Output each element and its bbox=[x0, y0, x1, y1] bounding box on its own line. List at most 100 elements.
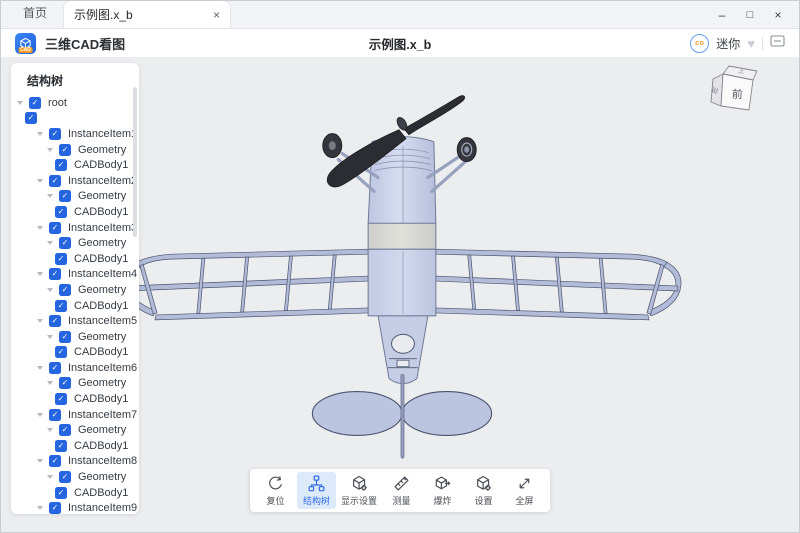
checkbox[interactable]: ✓ bbox=[55, 253, 67, 265]
tree-node-label: CADBody1 bbox=[74, 159, 128, 171]
toolbar-item-display-settings[interactable]: 显示设置 bbox=[338, 472, 380, 509]
tree-row[interactable]: ✓ Geometry bbox=[11, 235, 139, 251]
tree-row[interactable]: ✓CADBody1 bbox=[11, 298, 139, 314]
expander-icon[interactable] bbox=[37, 179, 43, 183]
viewport-3d[interactable]: 结构树 ✓root✓✓InstanceItem1✓Geometry✓CADBod… bbox=[1, 58, 799, 532]
tree-row[interactable]: ✓InstanceItem2 bbox=[11, 173, 139, 189]
expander-icon[interactable] bbox=[37, 319, 43, 323]
checkbox[interactable]: ✓ bbox=[59, 471, 71, 483]
checkbox[interactable]: ✓ bbox=[59, 331, 71, 343]
checkbox[interactable]: ✓ bbox=[55, 393, 67, 405]
view-cube[interactable]: 前 左 上 bbox=[701, 60, 767, 118]
checkbox[interactable]: ✓ bbox=[55, 206, 67, 218]
expander-icon[interactable] bbox=[47, 475, 53, 479]
tab-document[interactable]: 示例图.x_b × bbox=[63, 0, 231, 28]
expander-icon[interactable] bbox=[37, 132, 43, 136]
settings-icon bbox=[475, 475, 492, 492]
checkbox[interactable]: ✓ bbox=[49, 315, 61, 327]
tree-row[interactable]: ✓root bbox=[11, 95, 139, 111]
favorite-heart-icon[interactable]: ♥ bbox=[747, 37, 755, 50]
mini-label[interactable]: 迷你 bbox=[716, 35, 740, 52]
checkbox[interactable]: ✓ bbox=[49, 128, 61, 140]
tree-row[interactable]: ✓Geometry bbox=[11, 282, 139, 298]
maximize-button[interactable]: □ bbox=[739, 8, 761, 22]
toolbar-item-structure-tree[interactable]: 结构树 bbox=[297, 472, 336, 509]
checkbox[interactable]: ✓ bbox=[59, 237, 71, 249]
checkbox[interactable]: ✓ bbox=[49, 175, 61, 187]
checkbox[interactable]: ✓ bbox=[59, 377, 71, 389]
checkbox[interactable]: ✓ bbox=[59, 144, 71, 156]
expander-icon[interactable] bbox=[47, 148, 53, 152]
expander-icon[interactable] bbox=[47, 194, 53, 198]
panel-window-icon[interactable] bbox=[770, 34, 785, 52]
tree-row[interactable]: ✓Geometry bbox=[11, 376, 139, 392]
tree-row[interactable]: ✓Geometry bbox=[11, 142, 139, 158]
checkbox[interactable]: ✓ bbox=[59, 284, 71, 296]
checkbox[interactable]: ✓ bbox=[49, 502, 61, 514]
tree-row[interactable]: ✓InstanceItem8 bbox=[11, 454, 139, 470]
expander-icon[interactable] bbox=[47, 335, 53, 339]
tree-row[interactable]: ✓InstanceItem9 bbox=[11, 500, 139, 514]
tree-row[interactable]: ✓InstanceItem6 bbox=[11, 360, 139, 376]
minimize-button[interactable]: – bbox=[711, 8, 733, 22]
tree-row[interactable]: ✓Geometry bbox=[11, 329, 139, 345]
tree-scrollbar-thumb[interactable] bbox=[133, 87, 137, 237]
expander-icon[interactable] bbox=[47, 288, 53, 292]
tree-row[interactable]: ✓InstanceItem1 bbox=[11, 126, 139, 142]
tree-row[interactable]: ✓ Geometry bbox=[11, 189, 139, 205]
structure-tree-panel: 结构树 ✓root✓✓InstanceItem1✓Geometry✓CADBod… bbox=[11, 63, 139, 514]
toolbar-item-explode[interactable]: 爆炸 bbox=[423, 472, 462, 509]
checkbox[interactable]: ✓ bbox=[49, 409, 61, 421]
checkbox[interactable]: ✓ bbox=[25, 112, 37, 124]
checkbox[interactable]: ✓ bbox=[49, 455, 61, 467]
tree-node-label: Geometry bbox=[78, 237, 126, 249]
expander-icon[interactable] bbox=[17, 101, 23, 105]
checkbox[interactable]: ✓ bbox=[49, 268, 61, 280]
expander-icon[interactable] bbox=[37, 272, 43, 276]
checkbox[interactable]: ✓ bbox=[29, 97, 41, 109]
expander-icon[interactable] bbox=[37, 413, 43, 417]
checkbox[interactable]: ✓ bbox=[59, 424, 71, 436]
tree-row[interactable]: ✓ CADBody1 bbox=[11, 438, 139, 454]
tree-row[interactable]: ✓InstanceItem5 bbox=[11, 313, 139, 329]
tree-node-label: Geometry bbox=[78, 190, 126, 202]
expander-icon[interactable] bbox=[47, 381, 53, 385]
tab-close-icon[interactable]: × bbox=[213, 9, 220, 21]
tree-row[interactable]: ✓CADBody1 bbox=[11, 485, 139, 501]
expander-icon[interactable] bbox=[37, 506, 43, 510]
tree-row[interactable]: ✓InstanceItem7 bbox=[11, 407, 139, 423]
toolbar-item-settings[interactable]: 设置 bbox=[464, 472, 503, 509]
tree-row[interactable]: ✓ bbox=[11, 111, 139, 127]
expander-icon[interactable] bbox=[47, 241, 53, 245]
tree-row[interactable]: ✓CADBody1 bbox=[11, 391, 139, 407]
tree-row[interactable]: ✓Geometry bbox=[11, 422, 139, 438]
expander-icon[interactable] bbox=[47, 428, 53, 432]
mini-cad-logo-icon[interactable]: co bbox=[690, 34, 709, 53]
checkbox[interactable]: ✓ bbox=[55, 159, 67, 171]
tab-home[interactable]: 首页 bbox=[1, 4, 63, 28]
tree-row[interactable]: ✓CADBody1 bbox=[11, 345, 139, 361]
fuselage bbox=[368, 137, 436, 384]
expander-icon[interactable] bbox=[37, 226, 43, 230]
rudder bbox=[401, 375, 404, 459]
checkbox[interactable]: ✓ bbox=[55, 300, 67, 312]
tree-row[interactable]: ✓InstanceItem3 bbox=[11, 220, 139, 236]
checkbox[interactable]: ✓ bbox=[59, 190, 71, 202]
tree-row[interactable]: ✓CADBody1 bbox=[11, 251, 139, 267]
toolbar-item-fullscreen[interactable]: 全屏 bbox=[505, 472, 544, 509]
tree-row[interactable]: ✓Geometry bbox=[11, 469, 139, 485]
checkbox[interactable]: ✓ bbox=[49, 222, 61, 234]
expander-icon[interactable] bbox=[37, 459, 43, 463]
toolbar-item-measure[interactable]: 测量 bbox=[382, 472, 421, 509]
tree-node-label: CADBody1 bbox=[74, 440, 128, 452]
checkbox[interactable]: ✓ bbox=[55, 487, 67, 499]
toolbar-item-reset[interactable]: 复位 bbox=[256, 472, 295, 509]
tree-row[interactable]: ✓ CADBody1 bbox=[11, 157, 139, 173]
tree-row[interactable]: ✓CADBody1 bbox=[11, 204, 139, 220]
checkbox[interactable]: ✓ bbox=[55, 346, 67, 358]
checkbox[interactable]: ✓ bbox=[49, 362, 61, 374]
tree-row[interactable]: ✓InstanceItem4 bbox=[11, 267, 139, 283]
close-button[interactable]: × bbox=[767, 8, 789, 22]
checkbox[interactable]: ✓ bbox=[55, 440, 67, 452]
expander-icon[interactable] bbox=[37, 366, 43, 370]
